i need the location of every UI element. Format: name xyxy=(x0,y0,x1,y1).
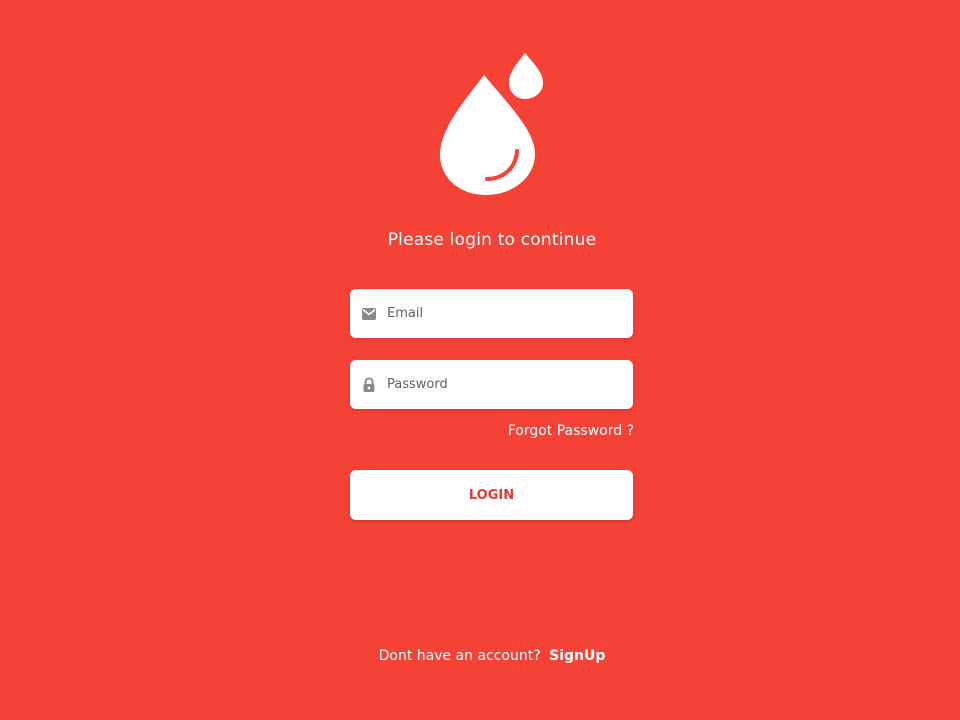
lock-icon xyxy=(361,376,377,393)
envelope-icon xyxy=(361,306,377,322)
signup-link[interactable]: SignUp xyxy=(549,648,605,664)
login-button[interactable]: LOGIN xyxy=(350,470,633,520)
email-field[interactable] xyxy=(350,289,633,338)
login-subtitle: Please login to continue xyxy=(387,230,597,250)
signup-prompt: Dont have an account? xyxy=(378,648,541,664)
email-input[interactable] xyxy=(387,303,607,324)
blood-drop-logo xyxy=(437,50,547,198)
blood-drop-icon xyxy=(440,53,543,195)
login-screen: Please login to continue Forgot Password… xyxy=(0,0,960,720)
password-field[interactable] xyxy=(350,360,633,409)
password-input[interactable] xyxy=(387,374,607,395)
signup-row: Dont have an account? SignUp xyxy=(0,648,960,664)
forgot-password-link[interactable]: Forgot Password ? xyxy=(478,423,634,439)
